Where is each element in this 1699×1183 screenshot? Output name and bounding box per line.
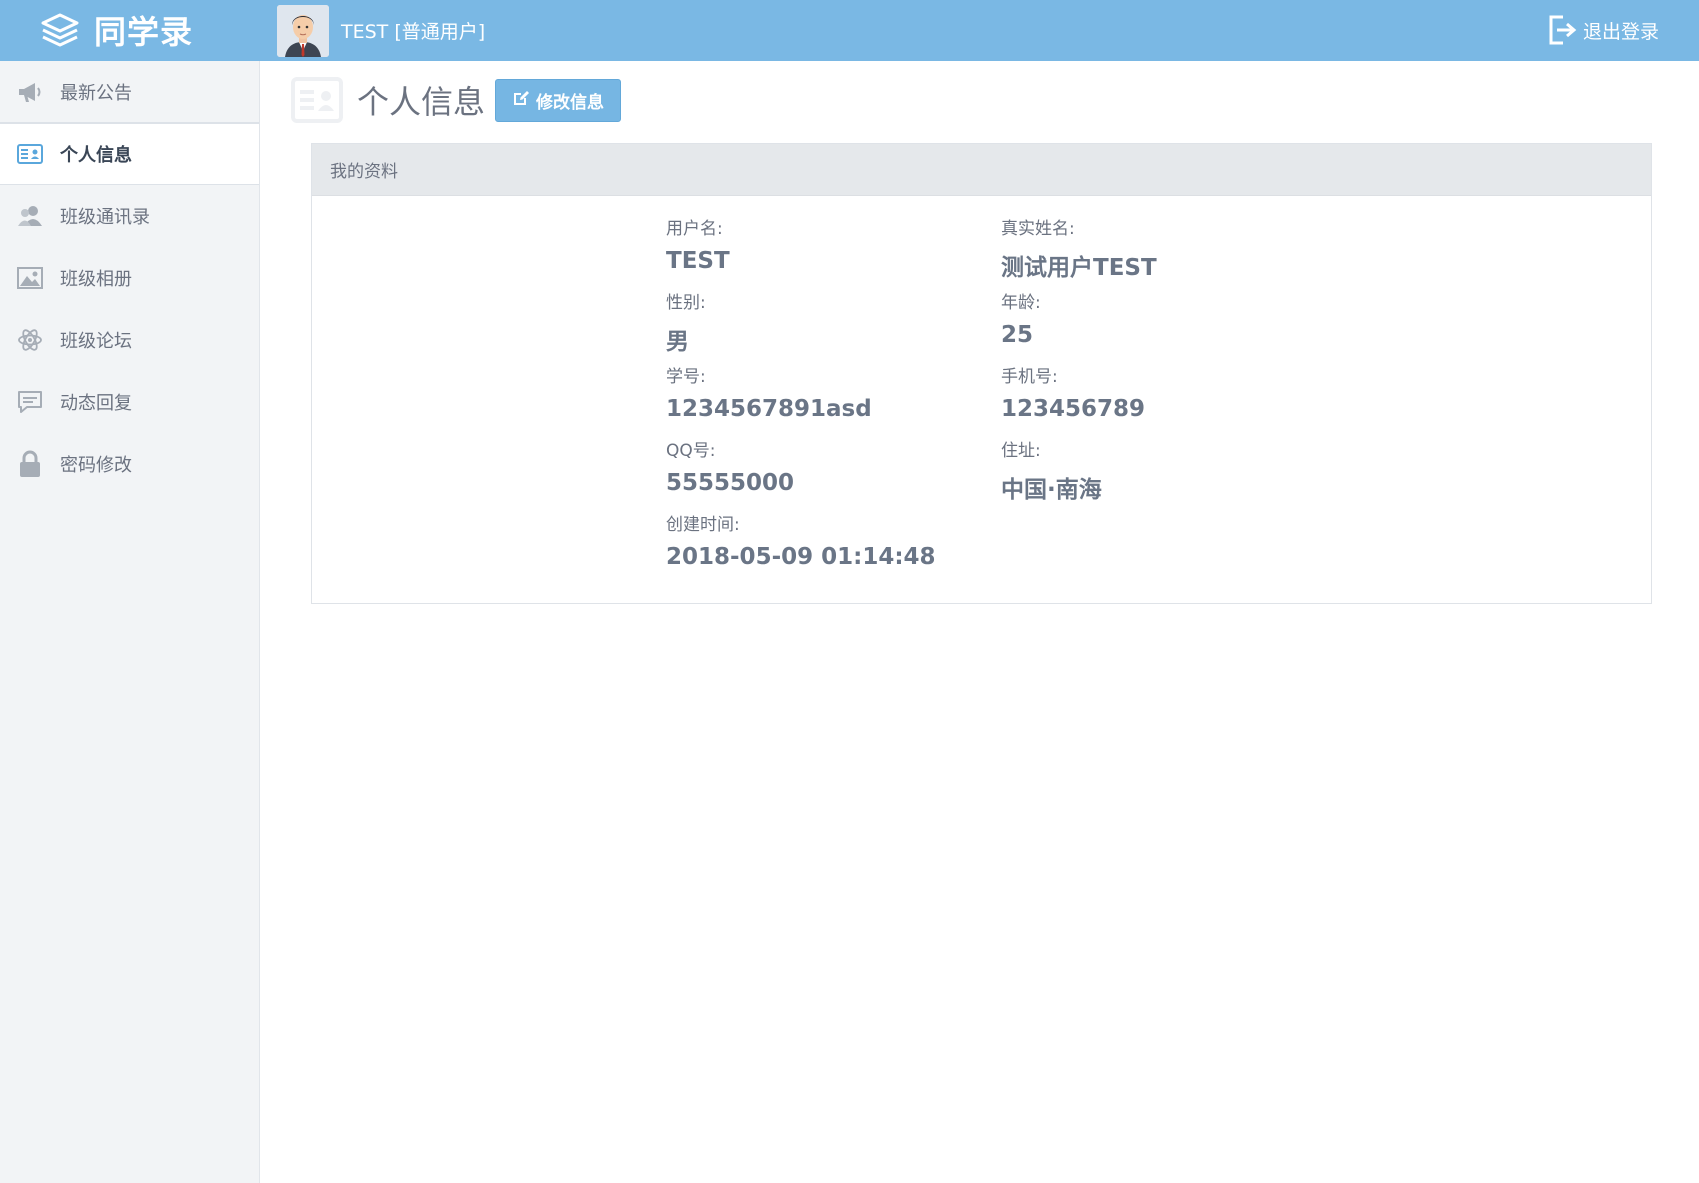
avatar <box>277 4 329 57</box>
sidebar-item-label: 个人信息 <box>60 145 132 166</box>
page-header: 个人信息 修改信息 <box>291 77 622 123</box>
sidebar: 最新公告 个人信息 班级通讯录 班级相册 班级论坛 动态回复 密码修改 <box>0 61 260 1183</box>
logout-label: 退出登录 <box>1582 20 1659 43</box>
field-gender: 性别: 男 <box>666 288 996 356</box>
logout-button[interactable]: 退出登录 <box>1547 12 1659 48</box>
page-title: 个人信息 <box>357 83 486 121</box>
field-address: 住址: 中国·南海 <box>1001 436 1331 504</box>
sidebar-item-label: 密码修改 <box>60 455 132 476</box>
field-label: 住址: <box>1001 441 1041 461</box>
top-bar: 同学录 TEST [普通用户] 退出登录 <box>0 0 1699 61</box>
brand[interactable]: 同学录 <box>38 8 193 52</box>
sidebar-item-label: 班级相册 <box>60 269 132 290</box>
field-label: QQ号: <box>666 441 716 461</box>
field-created: 创建时间: 2018-05-09 01:14:48 <box>666 510 996 570</box>
user-menu[interactable]: TEST [普通用户] <box>277 3 485 58</box>
image-icon <box>16 264 44 292</box>
field-age: 年龄: 25 <box>1001 288 1331 348</box>
edit-profile-label: 修改信息 <box>536 92 605 113</box>
field-realname: 真实姓名: 测试用户TEST <box>1001 214 1331 282</box>
field-label: 用户名: <box>666 219 723 239</box>
sidebar-item-album[interactable]: 班级相册 <box>0 247 259 309</box>
sidebar-item-contacts[interactable]: 班级通讯录 <box>0 185 259 247</box>
sidebar-item-profile[interactable]: 个人信息 <box>0 123 259 185</box>
sign-out-icon <box>1547 14 1577 46</box>
field-label: 手机号: <box>1001 367 1058 387</box>
field-label: 年龄: <box>1001 293 1041 313</box>
edit-profile-button[interactable]: 修改信息 <box>495 78 622 122</box>
field-label: 学号: <box>666 367 706 387</box>
field-phone: 手机号: 123456789 <box>1001 362 1331 422</box>
app-name: 同学录 <box>94 13 194 51</box>
field-label: 创建时间: <box>666 515 740 535</box>
field-value: 男 <box>666 329 689 355</box>
edit-icon <box>512 89 530 112</box>
main-content: 个人信息 修改信息 我的资料 用户名: TEST 真实姓名: 测试用户TEST … <box>261 61 1699 1183</box>
id-card-icon <box>16 140 44 168</box>
layers-icon <box>38 10 82 50</box>
comment-icon <box>16 388 44 416</box>
field-value: TEST <box>666 248 730 274</box>
field-label: 性别: <box>666 293 706 313</box>
atom-icon <box>16 326 44 354</box>
field-value: 123456789 <box>1001 396 1146 422</box>
sidebar-item-announcements[interactable]: 最新公告 <box>0 61 259 123</box>
panel-title: 我的资料 <box>312 144 1651 196</box>
users-icon <box>16 202 44 230</box>
sidebar-item-forum[interactable]: 班级论坛 <box>0 309 259 371</box>
sidebar-item-replies[interactable]: 动态回复 <box>0 371 259 433</box>
field-student-id: 学号: 1234567891asd <box>666 362 996 422</box>
field-value: 测试用户TEST <box>1001 255 1157 281</box>
field-value: 25 <box>1001 322 1034 348</box>
field-label: 真实姓名: <box>1001 219 1075 239</box>
sidebar-item-label: 最新公告 <box>60 82 132 104</box>
lock-icon <box>16 450 44 478</box>
user-name: TEST [普通用户] <box>341 21 486 43</box>
field-qq: QQ号: 55555000 <box>666 436 996 496</box>
sidebar-item-label: 班级论坛 <box>60 331 132 352</box>
sidebar-item-label: 班级通讯录 <box>60 207 150 228</box>
megaphone-icon <box>16 78 44 106</box>
field-value: 1234567891asd <box>666 396 872 422</box>
field-username: 用户名: TEST <box>666 214 996 274</box>
sidebar-item-password[interactable]: 密码修改 <box>0 433 259 495</box>
sidebar-item-label: 动态回复 <box>60 393 132 414</box>
field-value: 中国·南海 <box>1001 477 1102 503</box>
id-card-icon <box>291 77 343 123</box>
field-value: 55555000 <box>666 470 795 496</box>
profile-panel: 我的资料 用户名: TEST 真实姓名: 测试用户TEST 性别: 男 年龄: … <box>311 143 1652 604</box>
field-value: 2018-05-09 01:14:48 <box>666 544 936 570</box>
